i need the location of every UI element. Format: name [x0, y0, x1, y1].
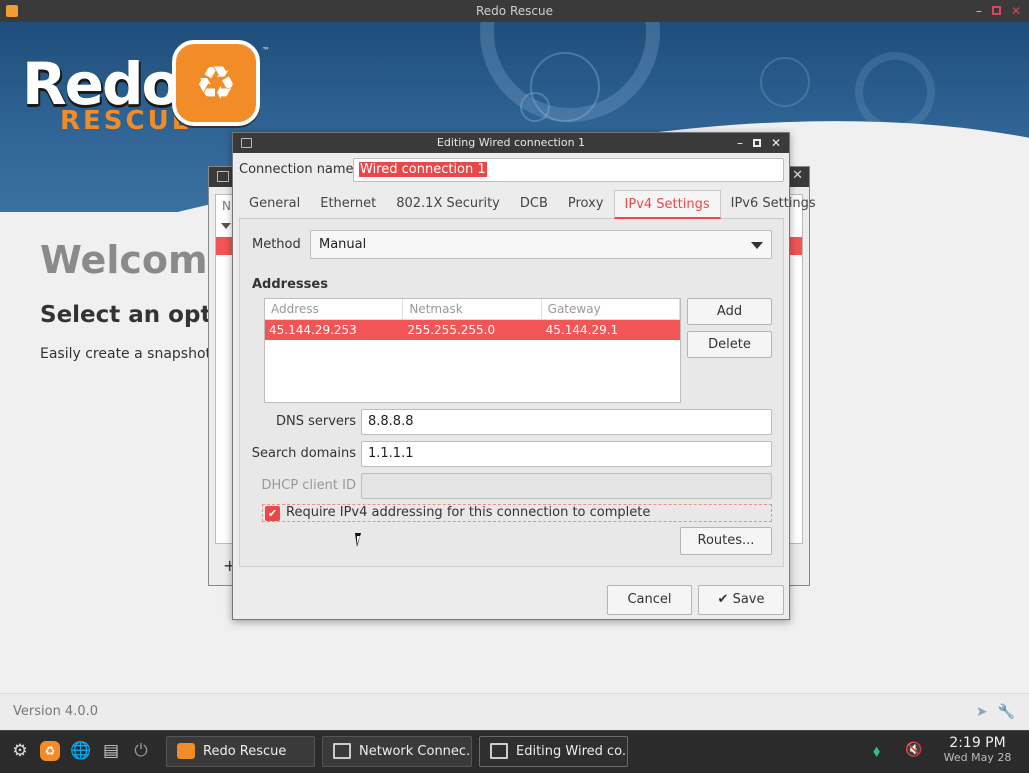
- network-status-icon[interactable]: ⬧: [873, 741, 893, 763]
- search-domains-label: Search domains: [251, 446, 356, 461]
- add-address-button[interactable]: Add: [687, 298, 772, 325]
- list-header: N: [222, 199, 231, 213]
- dialog-title: Editing Wired connection 1: [436, 136, 586, 149]
- decor-ring: [760, 57, 810, 107]
- close-icon[interactable]: ✕: [1011, 0, 1021, 22]
- taskbar: ⚙ ♻ 🌐 ▤ ⏻ Redo Rescue Network Connec... …: [0, 730, 1029, 773]
- tab-general[interactable]: General: [239, 190, 310, 219]
- taskbar-item-label: Redo Rescue: [203, 744, 287, 759]
- decor-ring: [520, 92, 550, 122]
- dialog-window-controls: – ✕: [737, 133, 781, 153]
- connection-name-label: Connection name: [239, 162, 354, 177]
- wrench-icon[interactable]: 🔧: [998, 704, 1015, 720]
- settings-tabs: General Ethernet 802.1X Security DCB Pro…: [239, 190, 816, 219]
- require-ipv4-label[interactable]: Require IPv4 addressing for this connect…: [286, 505, 650, 520]
- method-dropdown[interactable]: Manual: [310, 230, 772, 259]
- recycle-icon: ♻: [172, 40, 260, 126]
- redo-launcher-icon[interactable]: ♻: [40, 741, 60, 761]
- netmask-cell[interactable]: 255.255.255.0: [403, 320, 541, 340]
- tab-ethernet[interactable]: Ethernet: [310, 190, 386, 219]
- gateway-cell[interactable]: 45.144.29.1: [542, 320, 680, 340]
- trademark-mark: ™: [262, 46, 270, 55]
- delete-address-button[interactable]: Delete: [687, 331, 772, 358]
- maximize-icon[interactable]: [752, 139, 761, 147]
- save-button-label: Save: [732, 592, 765, 607]
- welcome-heading: Welcome: [40, 238, 234, 282]
- network-window-icon: [217, 171, 229, 182]
- settings-gear-icon[interactable]: ⚙: [9, 740, 31, 762]
- column-header-address[interactable]: Address: [265, 299, 404, 319]
- method-label: Method: [252, 237, 301, 252]
- table-row[interactable]: 45.144.29.253 255.255.255.0 45.144.29.1: [265, 320, 680, 340]
- dialog-titlebar: Editing Wired connection 1 – ✕: [233, 133, 789, 153]
- taskbar-item-label: Editing Wired co...: [516, 744, 628, 759]
- volume-muted-icon[interactable]: 🔇: [905, 742, 922, 758]
- checkbox-checked-icon[interactable]: ✔: [265, 506, 280, 521]
- routes-button[interactable]: Routes...: [680, 527, 772, 555]
- version-label: Version 4.0.0: [13, 704, 99, 719]
- footer-icons: ➤ 🔧: [976, 704, 1015, 720]
- require-ipv4-checkbox-row[interactable]: ✔ Require IPv4 addressing for this conne…: [262, 504, 772, 522]
- mouse-cursor-fill: [357, 536, 360, 544]
- feed-icon[interactable]: ➤: [976, 704, 988, 720]
- addresses-table[interactable]: Address Netmask Gateway 45.144.29.253 25…: [264, 298, 681, 403]
- app-titlebar: Redo Rescue – ✕: [0, 0, 1029, 22]
- redo-app-icon: [6, 5, 18, 17]
- clock-date: Wed May 28: [943, 751, 1012, 764]
- chevron-down-icon: [751, 242, 763, 249]
- window-controls: – ✕: [976, 0, 1021, 22]
- checkmark-icon: ✔: [717, 592, 729, 607]
- dhcp-client-id-input: [361, 473, 772, 499]
- clock[interactable]: 2:19 PM Wed May 28: [940, 735, 1015, 764]
- footer-bar: Version 4.0.0 ➤ 🔧: [0, 693, 1029, 730]
- network-icon: [333, 743, 351, 759]
- app-title: Redo Rescue: [476, 4, 553, 18]
- tab-proxy[interactable]: Proxy: [558, 190, 614, 219]
- save-button[interactable]: ✔ Save: [698, 585, 784, 615]
- globe-icon[interactable]: 🌐: [70, 740, 92, 762]
- network-icon: [490, 743, 508, 759]
- taskbar-item-label: Network Connec...: [359, 744, 472, 759]
- welcome-description: Easily create a snapshot o: [40, 346, 225, 362]
- power-icon[interactable]: ⏻: [130, 740, 152, 762]
- tab-8021x-security[interactable]: 802.1X Security: [386, 190, 510, 219]
- edit-connection-dialog: Editing Wired connection 1 – ✕ Connectio…: [232, 132, 816, 620]
- maximize-icon[interactable]: [991, 6, 1001, 15]
- select-option-heading: Select an optio: [40, 302, 236, 328]
- clock-time: 2:19 PM: [949, 735, 1006, 751]
- decor-ring: [855, 52, 935, 132]
- tab-ipv6-settings[interactable]: IPv6 Settings: [721, 190, 826, 219]
- method-value: Manual: [319, 237, 367, 252]
- addresses-table-header: Address Netmask Gateway: [265, 299, 680, 320]
- connection-name-value: Wired connection 1: [359, 162, 487, 177]
- expander-icon[interactable]: [221, 223, 231, 229]
- minimize-icon[interactable]: –: [976, 0, 982, 22]
- column-header-netmask[interactable]: Netmask: [403, 299, 542, 319]
- minimize-icon[interactable]: –: [737, 133, 743, 153]
- dns-servers-input[interactable]: 8.8.8.8: [361, 409, 772, 435]
- tab-dcb[interactable]: DCB: [510, 190, 558, 219]
- cancel-button[interactable]: Cancel: [607, 585, 692, 615]
- tab-ipv4-settings[interactable]: IPv4 Settings: [613, 190, 721, 219]
- file-manager-icon[interactable]: ▤: [100, 740, 122, 762]
- address-cell[interactable]: 45.144.29.253: [265, 320, 403, 340]
- dns-servers-label: DNS servers: [275, 414, 356, 429]
- close-icon[interactable]: ✕: [771, 133, 781, 153]
- close-icon[interactable]: ✕: [792, 168, 803, 183]
- connection-name-input[interactable]: Wired connection 1: [353, 158, 784, 182]
- dhcp-client-id-label: DHCP client ID: [261, 478, 356, 493]
- addresses-label: Addresses: [252, 277, 328, 292]
- taskbar-item-redo-rescue[interactable]: Redo Rescue: [166, 736, 315, 767]
- ipv4-settings-panel: Method Manual Addresses Address Netmask …: [239, 219, 784, 567]
- redo-icon: [177, 743, 195, 759]
- search-domains-input[interactable]: 1.1.1.1: [361, 441, 772, 467]
- dialog-window-icon: [241, 138, 252, 148]
- column-header-gateway[interactable]: Gateway: [542, 299, 680, 319]
- taskbar-item-network-connections[interactable]: Network Connec...: [322, 736, 472, 767]
- taskbar-item-editing-wired[interactable]: Editing Wired co...: [479, 736, 628, 767]
